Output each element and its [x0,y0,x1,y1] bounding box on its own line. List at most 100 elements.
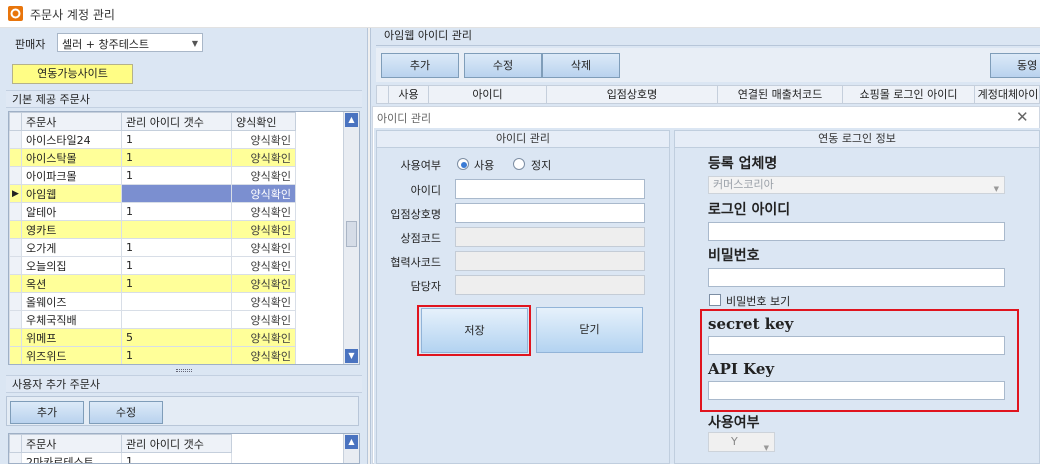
close-button[interactable]: 닫기 [536,307,643,353]
form-check-link[interactable]: 양식확인 [231,274,296,293]
user-malls-table: 주문사 관리 아이디 갯수 2마카로테스트 1 [9,434,232,463]
close-icon[interactable]: ✕ [1016,108,1029,126]
column-header-id-count[interactable]: 관리 아이디 갯수 [121,112,232,131]
column-header-store-name[interactable]: 입점상호명 [547,86,718,104]
column-header-mall-login-id[interactable]: 쇼핑몰 로그인 아이디 [843,86,975,104]
mall-name-cell: 아임웹 [21,184,122,203]
scroll-up-icon[interactable]: ▲ [345,435,358,449]
table-row[interactable]: 영카트 양식확인 [9,220,296,239]
use-on-radio[interactable] [457,158,469,170]
scroll-thumb[interactable] [346,221,357,247]
id-count-cell: 1 [121,130,232,149]
mall-name-cell: 우체국직배 [21,310,122,329]
row-marker [9,238,22,257]
form-check-link[interactable]: 양식확인 [231,220,296,239]
aimweb-edit-button[interactable]: 수정 [464,53,542,78]
row-marker [9,346,22,364]
column-header-sales-code[interactable]: 연결된 매출처코드 [718,86,843,104]
seller-label: 판매자 [15,38,46,51]
column-header-form-check[interactable]: 양식확인 [231,112,296,131]
mall-name-cell: 위메프 [21,328,122,347]
partner-code-input[interactable] [455,251,645,271]
column-header-use[interactable]: 사용 [389,86,429,104]
row-marker [9,166,22,185]
form-check-link[interactable]: 양식확인 [231,148,296,167]
use-on-label: 사용 [474,159,495,172]
partner-code-label: 협력사코드 [390,256,441,269]
chevron-down-icon: ▼ [763,444,769,452]
mall-name-cell: 오가게 [21,238,122,257]
use-off-radio[interactable] [513,158,525,170]
linked-sites-button[interactable]: 연동가능사이트 [12,64,133,84]
table-row[interactable]: 2마카로테스트 1 [9,452,232,463]
mall-name-cell: 옥션 [21,274,122,293]
form-check-link[interactable]: 양식확인 [231,202,296,221]
manager-input[interactable] [455,275,645,295]
form-check-link[interactable]: 양식확인 [231,292,296,311]
mall-name-cell: 위즈위드 [21,346,122,364]
table-row[interactable]: 올웨이즈 양식확인 [9,292,296,311]
id-input[interactable] [455,179,645,199]
table-row[interactable]: 우체국직배 양식확인 [9,310,296,329]
table-row[interactable]: 위메프 5 양식확인 [9,328,296,347]
login-id-input[interactable] [708,222,1005,241]
password-input[interactable] [708,268,1005,287]
id-count-cell: 1 [121,148,232,167]
column-header-mall[interactable]: 주문사 [21,112,122,131]
table-row[interactable]: 오늘의집 1 양식확인 [9,256,296,275]
form-check-link[interactable]: 양식확인 [231,184,296,203]
id-count-cell [121,184,232,203]
table-row[interactable]: 오가게 1 양식확인 [9,238,296,257]
form-check-link[interactable]: 양식확인 [231,256,296,275]
form-check-link[interactable]: 양식확인 [231,346,296,364]
default-malls-scrollbar[interactable]: ▲ ▼ [343,112,359,364]
id-count-cell [121,310,232,329]
default-malls-section-title: 기본 제공 주문사 [6,90,362,108]
form-check-link[interactable]: 양식확인 [231,238,296,257]
store-name-label: 입점상호명 [390,208,441,221]
row-marker [9,220,22,239]
form-check-link[interactable]: 양식확인 [231,328,296,347]
seller-value: 셀러 + 창주테스트 [62,38,150,51]
table-row[interactable]: 아이스타일24 1 양식확인 [9,130,296,149]
mall-name-cell: 아이스탁몰 [21,148,122,167]
user-malls-scrollbar[interactable]: ▲ [343,434,359,463]
splitter-grip[interactable] [176,369,192,372]
mall-name-cell: 아이파크몰 [21,166,122,185]
keys-highlight-box [700,309,1019,412]
company-dropdown[interactable]: 커머스코리아 ▼ [708,176,1005,194]
seller-dropdown[interactable]: 셀러 + 창주테스트 ▼ [57,33,203,52]
form-check-link[interactable]: 양식확인 [231,310,296,329]
default-malls-grid[interactable]: 주문사 관리 아이디 갯수 양식확인 아이스타일24 1 양식확인 아이스탁몰 1 양식확… [8,111,360,365]
row-pointer-icon: ▶ [12,188,19,199]
form-check-link[interactable]: 양식확인 [231,130,296,149]
column-header-id-count[interactable]: 관리 아이디 갯수 [121,434,232,453]
aimweb-add-button[interactable]: 추가 [381,53,459,78]
user-mall-edit-button[interactable]: 수정 [89,401,163,424]
use-status-label: 사용여부 [400,159,441,172]
aimweb-delete-button[interactable]: 삭제 [542,53,620,78]
table-row[interactable]: ▶ 아임웹 양식확인 [9,184,296,203]
column-header-id[interactable]: 아이디 [429,86,547,104]
mall-name-cell: 아이스타일24 [21,130,122,149]
table-row[interactable]: 위즈위드 1 양식확인 [9,346,296,364]
scroll-up-icon[interactable]: ▲ [345,113,358,127]
store-code-input[interactable] [455,227,645,247]
id-count-cell: 1 [121,166,232,185]
table-row[interactable]: 옥션 1 양식확인 [9,274,296,293]
scroll-down-icon[interactable]: ▼ [345,349,358,363]
link-use-dropdown[interactable]: Y ▼ [708,432,775,452]
user-mall-add-button[interactable]: 추가 [10,401,84,424]
user-malls-grid[interactable]: 주문사 관리 아이디 갯수 2마카로테스트 1 ▲ [8,433,360,464]
aimweb-sync-button[interactable]: 동영 [990,53,1040,78]
column-header-alt-account[interactable]: 계정대체아이 [975,86,1040,104]
store-name-input[interactable] [455,203,645,223]
column-header-mall[interactable]: 주문사 [21,434,122,453]
table-row[interactable]: 아이파크몰 1 양식확인 [9,166,296,185]
form-check-link[interactable]: 양식확인 [231,166,296,185]
save-highlight-box [417,305,531,356]
table-row[interactable]: 아이스탁몰 1 양식확인 [9,148,296,167]
table-row[interactable]: 알테아 1 양식확인 [9,202,296,221]
show-password-checkbox[interactable] [709,294,721,306]
row-marker [9,452,22,463]
